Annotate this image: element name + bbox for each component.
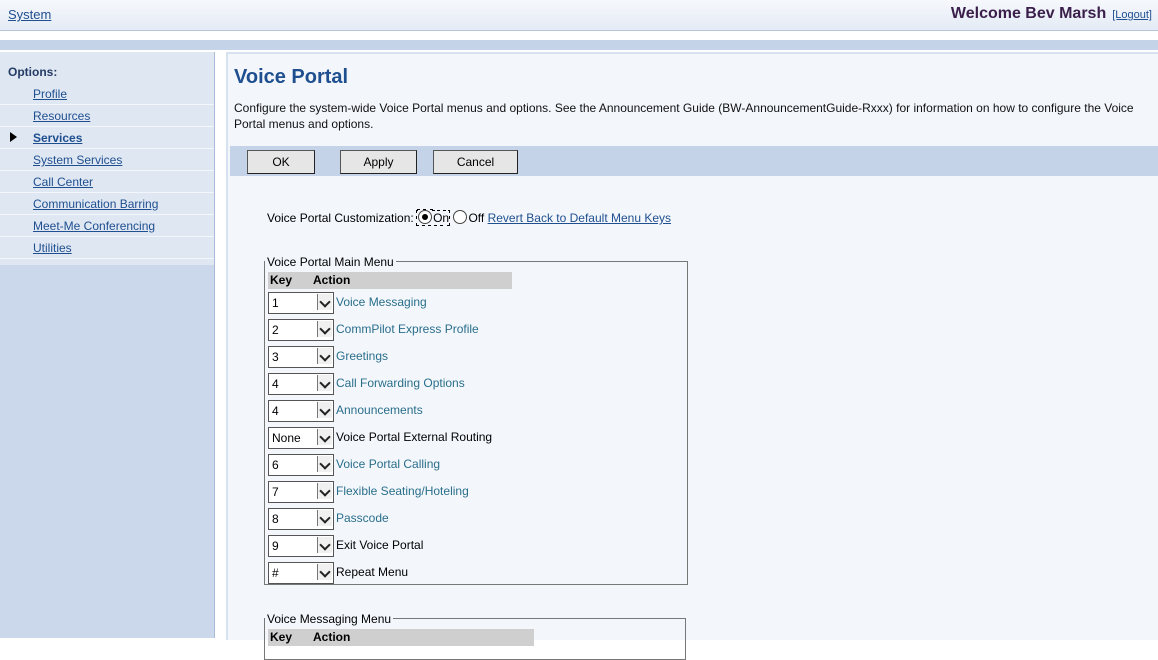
ok-button[interactable]: OK	[247, 150, 315, 174]
revert-default-link[interactable]: Revert Back to Default Menu Keys	[488, 211, 671, 225]
sidebar-item-communication-barring[interactable]: Communication Barring	[0, 193, 214, 215]
main-menu-fieldset: Voice Portal Main Menu Key Action 1 Voice…	[264, 255, 688, 585]
key-select-value: 1	[272, 296, 279, 310]
key-select-value: 7	[272, 485, 279, 499]
chevron-down-icon[interactable]	[317, 375, 332, 391]
messaging-menu-fieldset: Voice Messaging Menu Key Action	[264, 612, 686, 660]
menu-action[interactable]: Passcode	[336, 511, 389, 525]
key-select-value: 4	[272, 377, 279, 391]
sidebar-item-system-services[interactable]: System Services	[0, 149, 214, 171]
key-select[interactable]: 7	[268, 481, 334, 503]
sidebar-item-meet-me-conferencing[interactable]: Meet-Me Conferencing	[0, 215, 214, 237]
key-select-value: 3	[272, 350, 279, 364]
chevron-down-icon[interactable]	[317, 348, 332, 364]
options-heading: Options:	[8, 65, 58, 79]
key-select[interactable]: 6	[268, 454, 334, 476]
sidebar-item-services[interactable]: Services	[0, 127, 214, 149]
chevron-down-icon[interactable]	[317, 294, 332, 310]
chevron-down-icon[interactable]	[317, 456, 332, 472]
sidebar-item-label[interactable]: Call Center	[33, 175, 93, 189]
messaging-menu-legend: Voice Messaging Menu	[265, 612, 394, 626]
button-bar: OK Apply Cancel	[230, 146, 1158, 176]
sidebar-item-utilities[interactable]: Utilities	[0, 237, 214, 259]
sidebar-item-label[interactable]: Services	[33, 131, 82, 145]
key-select-value: None	[272, 431, 301, 445]
current-arrow-icon	[10, 132, 17, 142]
header-band	[0, 40, 1158, 50]
apply-button[interactable]: Apply	[340, 150, 417, 174]
sidebar: Options: Profile Resources Services Syst…	[0, 52, 215, 638]
cancel-button[interactable]: Cancel	[433, 150, 518, 174]
key-select[interactable]: None	[268, 427, 334, 449]
system-link[interactable]: System	[8, 7, 51, 22]
key-select[interactable]: #	[268, 562, 334, 584]
chevron-down-icon[interactable]	[317, 510, 332, 526]
menu-action: Voice Portal External Routing	[336, 430, 493, 444]
key-select-value: 2	[272, 323, 279, 337]
menu-action[interactable]: Greetings	[336, 349, 388, 363]
key-select[interactable]: 8	[268, 508, 334, 530]
key-header: Key	[270, 273, 293, 287]
key-select-value: #	[272, 566, 279, 580]
sidebar-item-label[interactable]: Profile	[33, 87, 67, 101]
chevron-down-icon[interactable]	[317, 564, 332, 580]
sidebar-item-label[interactable]: Communication Barring	[33, 197, 158, 211]
key-select-value: 8	[272, 512, 279, 526]
chevron-down-icon[interactable]	[317, 429, 332, 445]
key-select[interactable]: 3	[268, 346, 334, 368]
radio-off-label: Off	[468, 211, 485, 225]
main-menu-header: Key Action	[268, 272, 512, 289]
sidebar-item-label[interactable]: System Services	[33, 153, 122, 167]
main-menu-legend: Voice Portal Main Menu	[265, 255, 396, 269]
key-select-value: 4	[272, 404, 279, 418]
logout-link[interactable]: [Logout]	[1112, 9, 1152, 21]
chevron-down-icon[interactable]	[317, 483, 332, 499]
radio-on[interactable]	[418, 210, 433, 224]
key-select[interactable]: 4	[268, 373, 334, 395]
chevron-down-icon[interactable]	[317, 402, 332, 418]
top-header: System Welcome Bev Marsh [Logout]	[0, 0, 1158, 31]
key-select-value: 9	[272, 539, 279, 553]
action-header: Action	[313, 630, 351, 644]
options-list: Options: Profile Resources Services Syst…	[0, 52, 214, 265]
customization-label: Voice Portal Customization:	[267, 211, 414, 225]
menu-action: Exit Voice Portal	[336, 538, 424, 552]
action-header: Action	[313, 273, 351, 287]
key-select[interactable]: 2	[268, 319, 334, 341]
page-description: Configure the system-wide Voice Portal m…	[234, 101, 1134, 131]
key-select-value: 6	[272, 458, 279, 472]
page-title: Voice Portal	[234, 66, 349, 88]
sidebar-item-label[interactable]: Meet-Me Conferencing	[33, 219, 155, 233]
radio-off[interactable]	[453, 210, 468, 224]
chevron-down-icon[interactable]	[317, 537, 332, 553]
menu-action[interactable]: Announcements	[336, 403, 423, 417]
sidebar-item-resources[interactable]: Resources	[0, 105, 214, 127]
radio-on-label: On	[433, 211, 450, 225]
welcome-area: Welcome Bev Marsh [Logout]	[951, 5, 1152, 23]
menu-action: Repeat Menu	[336, 565, 409, 579]
key-select[interactable]: 4	[268, 400, 334, 422]
main-panel: Voice Portal Configure the system-wide V…	[226, 52, 1158, 660]
sidebar-item-label[interactable]: Utilities	[33, 241, 72, 255]
menu-action[interactable]: CommPilot Express Profile	[336, 322, 479, 336]
chevron-down-icon[interactable]	[317, 321, 332, 337]
menu-action[interactable]: Voice Portal Calling	[336, 457, 440, 471]
menu-action[interactable]: Call Forwarding Options	[336, 376, 465, 390]
sidebar-item-label[interactable]: Resources	[33, 109, 90, 123]
sidebar-item-profile[interactable]: Profile	[0, 83, 214, 105]
customization-on-option[interactable]: On	[416, 210, 451, 226]
key-select[interactable]: 9	[268, 535, 334, 557]
key-header: Key	[270, 630, 293, 644]
menu-action[interactable]: Flexible Seating/Hoteling	[336, 484, 469, 498]
welcome-text: Welcome Bev Marsh	[950, 5, 1107, 22]
key-select[interactable]: 1	[268, 292, 334, 314]
sidebar-item-call-center[interactable]: Call Center	[0, 171, 214, 193]
customization-row: Voice Portal Customization: On Off Rever…	[267, 210, 671, 226]
menu-action[interactable]: Voice Messaging	[336, 295, 427, 309]
